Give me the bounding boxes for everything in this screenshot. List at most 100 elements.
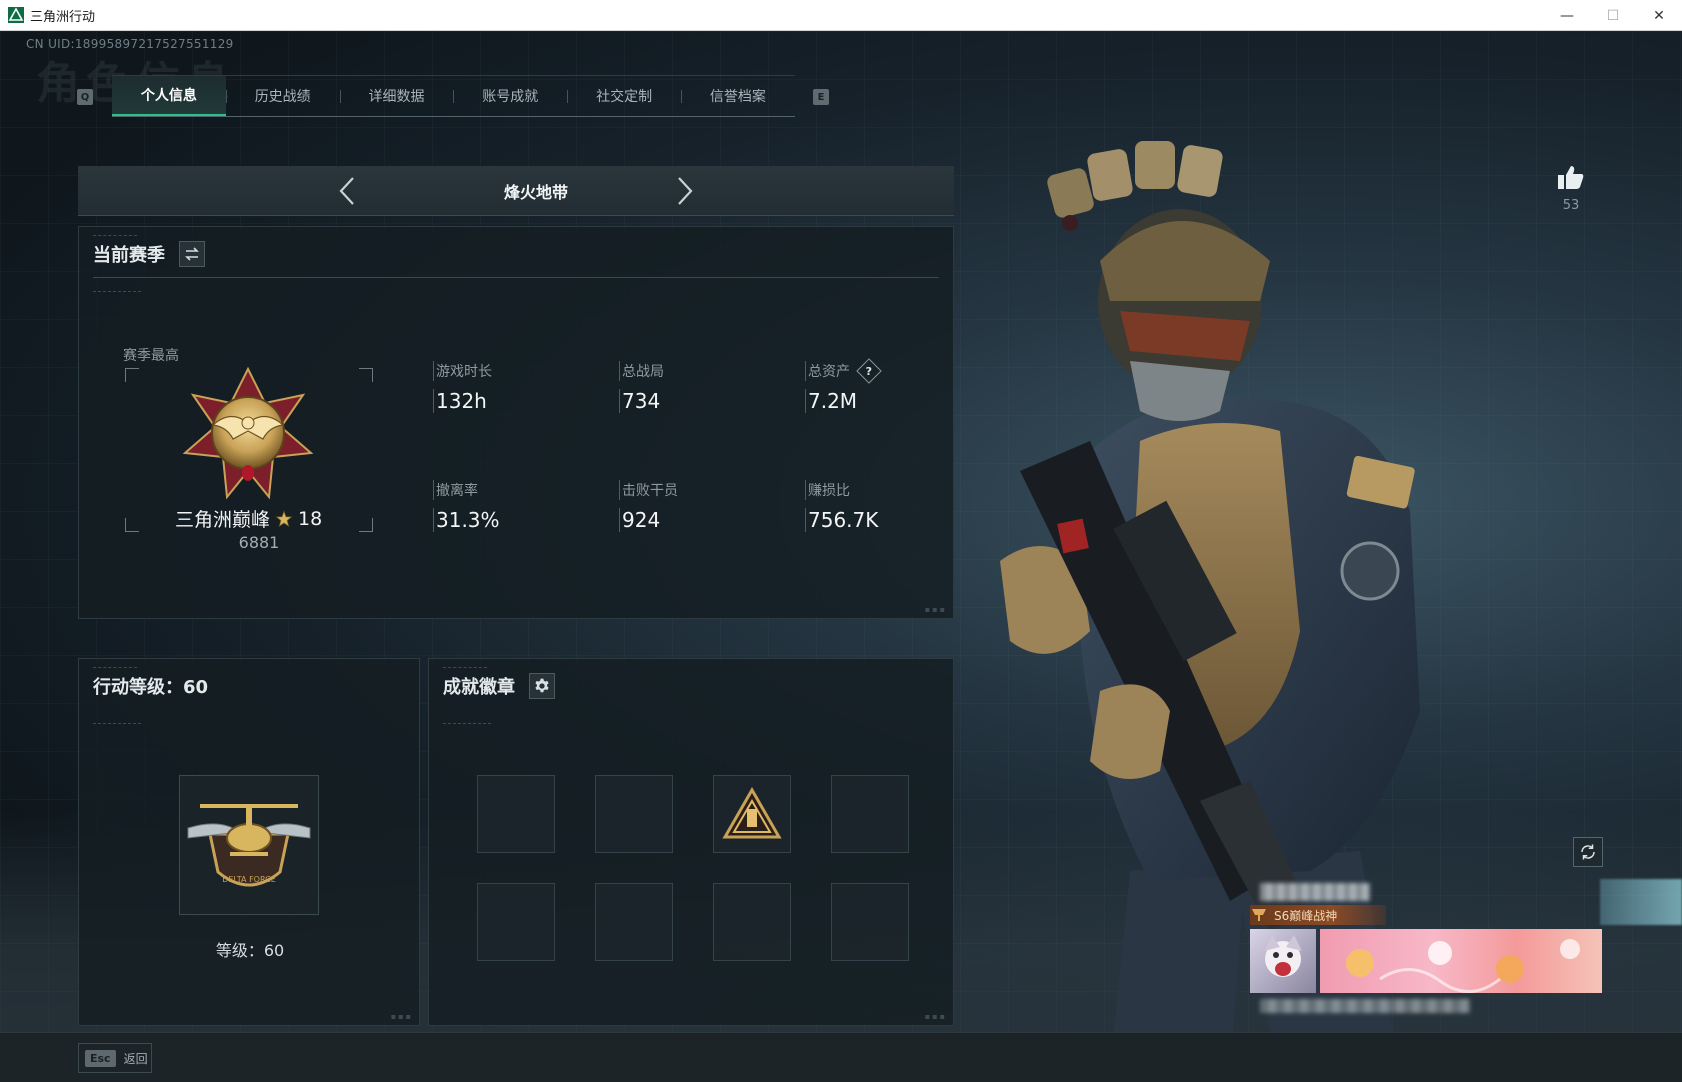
stat-label: 撤离率 <box>433 480 478 500</box>
mode-next-button[interactable] <box>668 174 702 208</box>
back-button[interactable]: Esc 返回 <box>78 1043 152 1073</box>
badge-slot[interactable] <box>595 775 673 853</box>
chevron-left-icon <box>339 177 354 205</box>
help-icon[interactable]: ? <box>856 358 882 384</box>
helicopter-emblem-icon: DELTA FORCE <box>187 804 311 887</box>
level-label: 等级：60 <box>215 941 285 960</box>
gear-icon <box>535 678 549 693</box>
current-season-panel: 当前赛季 赛季最高 三角洲巅峰 18 6881 游戏时长 132h 总战局 73… <box>78 226 954 619</box>
badge-slot[interactable] <box>831 775 909 853</box>
stat-total-matches: 总战局 734 <box>619 361 789 413</box>
player-name-redacted <box>1260 883 1370 901</box>
season-best-label: 赛季最高 <box>123 348 179 364</box>
rank-name: 三角洲巅峰 <box>175 509 271 531</box>
tab-detailed-data[interactable]: 详细数据 <box>339 76 454 116</box>
bottom-bar: Esc 返回 <box>0 1032 1682 1082</box>
panel-decor-ticks <box>443 723 491 725</box>
tab-prev-key-hint[interactable]: Q <box>77 89 93 105</box>
stat-value: 132h <box>433 389 603 413</box>
stat-value: 734 <box>619 389 789 413</box>
player-uid: CN UID:18995897217527551129 <box>26 37 234 51</box>
mode-prev-button[interactable] <box>330 174 364 208</box>
trophy-icon <box>1252 909 1266 921</box>
mode-selector: 烽火地带 <box>78 166 954 216</box>
swap-icon <box>185 247 199 261</box>
stat-label: 游戏时长 <box>433 361 492 381</box>
season-header: 当前赛季 <box>93 241 205 267</box>
stat-operators-defeated: 击败干员 924 <box>619 480 789 532</box>
refresh-icon <box>1581 844 1595 860</box>
window-title: 三角洲行动 <box>30 9 96 25</box>
badge-slot[interactable] <box>477 775 555 853</box>
tab-credit-record[interactable]: 信誉档案 <box>680 76 795 116</box>
stat-label: 击败干员 <box>619 480 678 500</box>
chevron-right-icon <box>678 177 693 205</box>
light-glow <box>1600 879 1682 925</box>
tab-personal-info[interactable]: 个人信息 <box>112 76 226 116</box>
player-info-redacted <box>1260 999 1470 1013</box>
svg-text:DELTA FORCE: DELTA FORCE <box>222 875 276 884</box>
player-title-badge: S6巅峰战神 <box>1250 905 1386 925</box>
season-header-text: 当前赛季 <box>93 245 165 266</box>
stat-label: 总资产 <box>805 361 850 381</box>
stat-label: 赚损比 <box>805 480 850 500</box>
panel-corner-decor: ▪▪▪ <box>390 1012 413 1021</box>
stat-label: 总战局 <box>619 361 664 381</box>
avatar-image <box>1264 935 1302 977</box>
panel-decor-ticks <box>93 291 141 293</box>
stat-total-assets: 总资产 ? 7.2M <box>805 358 975 413</box>
profile-tabs: 个人信息 历史战绩 详细数据 账号成就 社交定制 信誉档案 <box>112 75 795 117</box>
rank-emblem-icon <box>182 366 314 500</box>
panel-decor-ticks <box>93 723 141 725</box>
stat-value: 756.7K <box>805 508 975 532</box>
panel-corner-decor: ▪▪▪ <box>924 605 947 614</box>
tab-social-customization[interactable]: 社交定制 <box>567 76 681 116</box>
back-label: 返回 <box>123 1051 148 1066</box>
badge-slot[interactable] <box>477 883 555 961</box>
star-icon <box>275 509 293 527</box>
badges-settings-button[interactable] <box>529 673 555 699</box>
banner-art <box>1346 939 1580 993</box>
season-header-divider <box>93 277 939 278</box>
window-titlebar: 三角洲行动 — ☐ ✕ <box>0 0 1682 31</box>
panel-decor-ticks <box>93 235 137 237</box>
rank-name-row: 三角洲巅峰 18 <box>175 505 335 532</box>
rank-stars: 18 <box>298 507 323 530</box>
delta-triangle-badge-icon <box>722 787 782 839</box>
esc-key-hint: Esc <box>85 1049 116 1067</box>
panel-decor-ticks <box>443 667 487 669</box>
rank-score: 6881 <box>238 533 280 552</box>
tab-account-achievements[interactable]: 账号成就 <box>453 76 567 116</box>
tab-next-key-hint[interactable]: E <box>813 89 829 105</box>
profile-scene: 角色信息 CN UID:18995897217527551129 Q 个人信息 … <box>0 31 1682 1082</box>
stat-value: 924 <box>619 508 789 532</box>
minimize-button[interactable]: — <box>1544 0 1590 31</box>
player-title: S6巅峰战神 <box>1274 908 1338 923</box>
close-button[interactable]: ✕ <box>1636 0 1682 31</box>
season-switch-button[interactable] <box>179 241 205 267</box>
stat-extraction-rate: 撤离率 31.3% <box>433 480 603 532</box>
tab-match-history[interactable]: 历史战绩 <box>225 76 340 116</box>
badge-slot[interactable] <box>713 883 791 961</box>
achievement-badges-panel: 成就徽章 ▪▪▪ <box>428 658 954 1026</box>
stat-profit-loss-ratio: 赚损比 756.7K <box>805 480 975 532</box>
card-banner-image <box>1320 929 1602 993</box>
like-widget[interactable]: 53 <box>1556 164 1586 213</box>
avatar[interactable] <box>1250 929 1316 993</box>
stat-value: 31.3% <box>433 508 603 532</box>
like-count: 53 <box>1562 198 1580 213</box>
level-badge[interactable]: DELTA FORCE <box>179 775 319 915</box>
app-logo-icon <box>8 7 24 23</box>
player-name-card[interactable]: S6巅峰战神 <box>1250 883 1602 1025</box>
panel-decor-ticks <box>93 667 137 669</box>
maximize-button[interactable]: ☐ <box>1590 0 1636 31</box>
thumbs-up-icon <box>1558 166 1584 189</box>
level-header: 行动等级：60 <box>93 677 209 698</box>
badge-slot[interactable] <box>595 883 673 961</box>
badge-slot[interactable] <box>831 883 909 961</box>
panel-corner-decor: ▪▪▪ <box>924 1012 947 1021</box>
badges-header-text: 成就徽章 <box>443 677 515 698</box>
stat-play-time: 游戏时长 132h <box>433 361 603 413</box>
badge-slot-filled[interactable] <box>713 775 791 853</box>
refresh-button[interactable] <box>1573 837 1603 867</box>
